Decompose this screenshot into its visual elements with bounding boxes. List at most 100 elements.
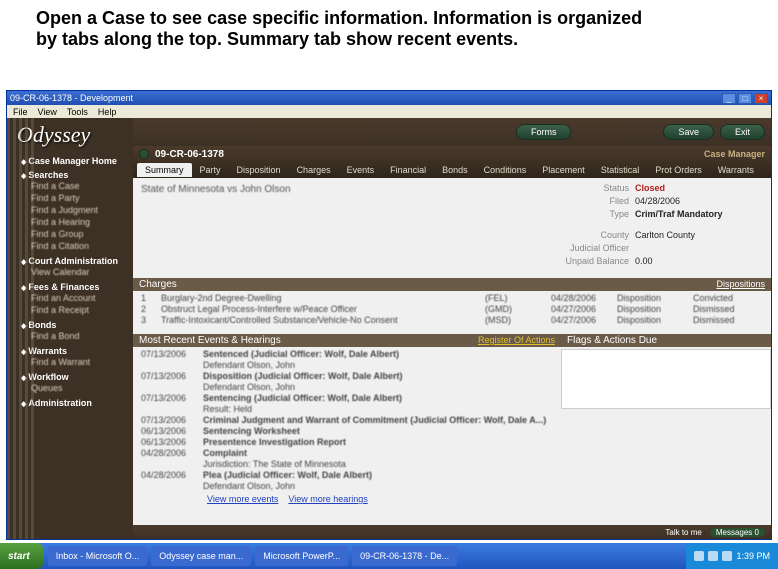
- balance-value: 0.00: [635, 255, 653, 268]
- maximize-button[interactable]: □: [738, 93, 752, 104]
- task-item[interactable]: 09-CR-06-1378 - De...: [352, 546, 457, 566]
- taskbar: start Inbox - Microsoft O... Odyssey cas…: [0, 543, 778, 569]
- event-row[interactable]: 07/13/2006Criminal Judgment and Warrant …: [139, 415, 555, 426]
- tab-disposition[interactable]: Disposition: [229, 163, 289, 177]
- titlebar[interactable]: 09-CR-06-1378 - Development _ □ ×: [7, 91, 771, 105]
- menu-tools[interactable]: Tools: [67, 107, 88, 117]
- event-row[interactable]: 07/13/2006Sentencing (Judicial Officer: …: [139, 393, 555, 404]
- content: State of Minnesota vs John Olson Status C…: [133, 178, 771, 539]
- status-label: Status: [549, 182, 629, 195]
- event-detail: Jurisdiction: The State of Minnesota: [139, 459, 555, 470]
- tab-events[interactable]: Events: [339, 163, 383, 177]
- tab-charges[interactable]: Charges: [289, 163, 339, 177]
- menubar: File View Tools Help: [7, 105, 771, 118]
- case-number: 09-CR-06-1378: [155, 149, 224, 160]
- charge-row[interactable]: 2Obstruct Legal Process-Interfere w/Peac…: [139, 304, 765, 315]
- nav-view-calendar[interactable]: View Calendar: [21, 266, 129, 278]
- nav-fees[interactable]: Fees & Finances: [21, 282, 129, 292]
- status-bar: Talk to me Messages 0: [133, 525, 771, 539]
- event-detail: Defendant Olson, John: [139, 360, 555, 371]
- event-row[interactable]: 06/13/2006Presentence Investigation Repo…: [139, 437, 555, 448]
- main: Forms Save Exit 09-CR-06-1378 Case Manag…: [133, 118, 771, 539]
- events-header: Most Recent Events & Hearings Register O…: [133, 334, 561, 347]
- topbar: Forms Save Exit: [133, 118, 771, 146]
- charges-title: Charges: [139, 279, 177, 290]
- view-more-events-link[interactable]: View more events: [207, 494, 278, 504]
- close-button[interactable]: ×: [754, 93, 768, 104]
- menu-help[interactable]: Help: [98, 107, 117, 117]
- nav-queues[interactable]: Queues: [21, 382, 129, 394]
- filed-value: 04/28/2006: [635, 195, 680, 208]
- nav-admin[interactable]: Administration: [21, 398, 129, 408]
- tab-warrants[interactable]: Warrants: [710, 163, 762, 177]
- tray-icon[interactable]: [694, 551, 704, 561]
- events-title: Most Recent Events & Hearings: [139, 335, 281, 346]
- nav-find-judgment[interactable]: Find a Judgment: [21, 204, 129, 216]
- tab-financial[interactable]: Financial: [382, 163, 434, 177]
- task-item[interactable]: Inbox - Microsoft O...: [48, 546, 148, 566]
- nav-find-hearing[interactable]: Find a Hearing: [21, 216, 129, 228]
- nav-find-party[interactable]: Find a Party: [21, 192, 129, 204]
- nav-warrants[interactable]: Warrants: [21, 346, 129, 356]
- event-row[interactable]: 07/13/2006Sentenced (Judicial Officer: W…: [139, 349, 555, 360]
- nav-court[interactable]: Court Administration: [21, 256, 129, 266]
- event-row[interactable]: 04/28/2006Complaint: [139, 448, 555, 459]
- flags-title: Flags & Actions Due: [567, 335, 657, 346]
- tab-bonds[interactable]: Bonds: [434, 163, 476, 177]
- event-detail: Defendant Olson, John: [139, 382, 555, 393]
- tab-statistical[interactable]: Statistical: [593, 163, 648, 177]
- tab-conditions[interactable]: Conditions: [476, 163, 535, 177]
- nav-bonds[interactable]: Bonds: [21, 320, 129, 330]
- nav-workflow[interactable]: Workflow: [21, 372, 129, 382]
- nav-find-group[interactable]: Find a Group: [21, 228, 129, 240]
- task-item[interactable]: Odyssey case man...: [151, 546, 251, 566]
- app-window: 09-CR-06-1378 - Development _ □ × File V…: [6, 90, 772, 540]
- messages-button[interactable]: Messages 0: [710, 528, 765, 537]
- nav-searches[interactable]: Searches: [21, 170, 129, 180]
- nav-find-warrant[interactable]: Find a Warrant: [21, 356, 129, 368]
- start-button[interactable]: start: [0, 543, 44, 569]
- event-row[interactable]: 04/28/2006Plea (Judicial Officer: Wolf, …: [139, 470, 555, 481]
- tab-summary[interactable]: Summary: [137, 163, 192, 177]
- menu-file[interactable]: File: [13, 107, 28, 117]
- nav-find-account[interactable]: Find an Account: [21, 292, 129, 304]
- view-more-hearings-link[interactable]: View more hearings: [288, 494, 367, 504]
- charge-row[interactable]: 3Traffic-Intoxicant/Controlled Substance…: [139, 315, 765, 326]
- tray-icon[interactable]: [722, 551, 732, 561]
- tray-icon[interactable]: [708, 551, 718, 561]
- tab-placement[interactable]: Placement: [534, 163, 593, 177]
- event-detail: Result: Held: [139, 404, 555, 415]
- type-label: Type: [549, 208, 629, 221]
- menu-view[interactable]: View: [38, 107, 57, 117]
- type-value: Crim/Traf Mandatory: [635, 208, 723, 221]
- charge-row[interactable]: 1Burglary-2nd Degree-Dwelling(FEL)04/28/…: [139, 293, 765, 304]
- task-item[interactable]: Microsoft PowerP...: [255, 546, 348, 566]
- window-title: 09-CR-06-1378 - Development: [10, 93, 720, 103]
- system-tray: 1:39 PM: [686, 543, 778, 569]
- nav-find-citation[interactable]: Find a Citation: [21, 240, 129, 252]
- event-row[interactable]: 06/13/2006Sentencing Worksheet: [139, 426, 555, 437]
- exit-button[interactable]: Exit: [720, 124, 765, 140]
- flags-header: Flags & Actions Due: [561, 334, 771, 347]
- minimize-button[interactable]: _: [722, 93, 736, 104]
- charges-header: Charges Dispositions: [133, 278, 771, 291]
- case-title: State of Minnesota vs John Olson: [141, 184, 533, 195]
- tab-prot-orders[interactable]: Prot Orders: [647, 163, 710, 177]
- case-back-icon[interactable]: [139, 149, 149, 159]
- talk-to-me[interactable]: Talk to me: [665, 528, 701, 537]
- nav-find-receipt[interactable]: Find a Receipt: [21, 304, 129, 316]
- event-row[interactable]: 07/13/2006Disposition (Judicial Officer:…: [139, 371, 555, 382]
- nav-find-case[interactable]: Find a Case: [21, 180, 129, 192]
- save-button[interactable]: Save: [663, 124, 714, 140]
- dispositions-link[interactable]: Dispositions: [716, 279, 765, 290]
- county-value: Carlton County: [635, 229, 695, 242]
- case-bar: 09-CR-06-1378 Case Manager: [133, 146, 771, 162]
- slide-text-1: Open a Case to see case specific informa…: [36, 8, 642, 28]
- flags-box: [561, 349, 771, 409]
- tab-party[interactable]: Party: [192, 163, 229, 177]
- nav-find-bond[interactable]: Find a Bond: [21, 330, 129, 342]
- register-of-actions-link[interactable]: Register Of Actions: [478, 335, 555, 346]
- status-value: Closed: [635, 182, 665, 195]
- forms-button[interactable]: Forms: [516, 124, 572, 140]
- nav-home[interactable]: Case Manager Home: [21, 156, 129, 166]
